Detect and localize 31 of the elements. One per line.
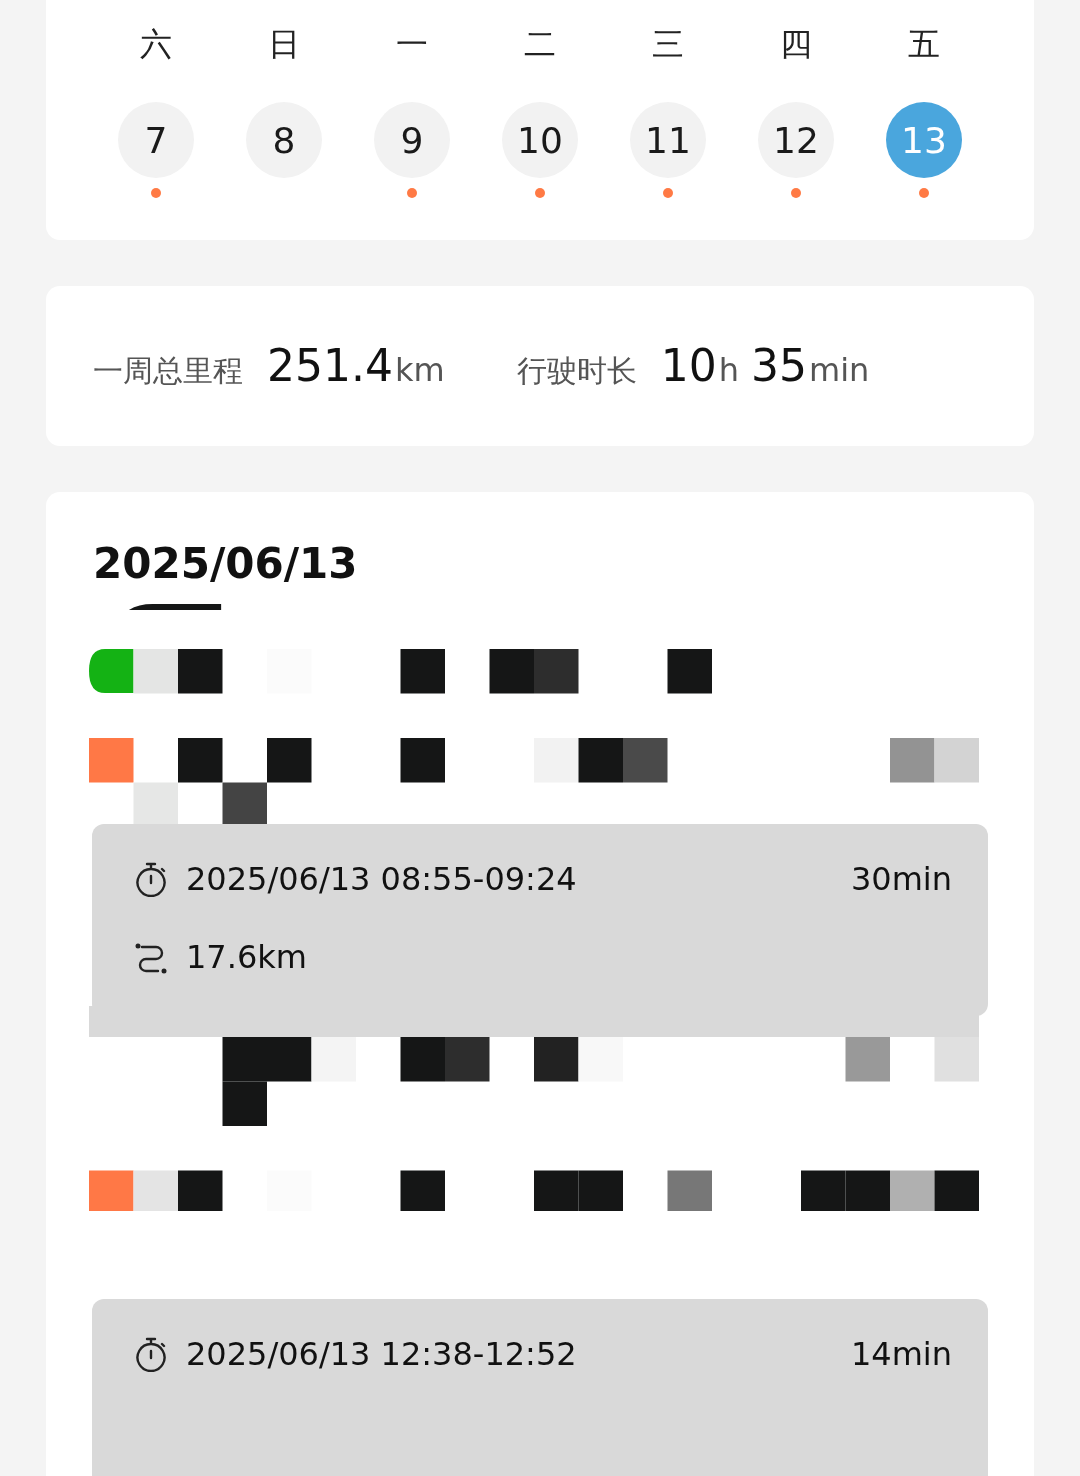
trip-time-range: 2025/06/13 12:38-12:52: [186, 1335, 577, 1374]
summary-label: 行驶时长: [516, 352, 637, 390]
stopwatch-icon: [134, 1336, 168, 1373]
day-button[interactable]: 12: [758, 102, 834, 178]
weekday-label: 五: [908, 24, 940, 65]
stopwatch-icon: [134, 860, 168, 897]
day-button[interactable]: 8: [246, 102, 322, 178]
summary-label: 一周总里程: [93, 352, 243, 390]
weekday-label: 六: [140, 24, 172, 65]
summary-unit: h: [718, 351, 739, 389]
day-button[interactable]: 9: [374, 102, 450, 178]
trip-time-range: 2025/06/13 08:55-09:24: [186, 859, 577, 898]
summary-value: 35: [750, 340, 807, 391]
weekday-label: 三: [652, 24, 684, 65]
weekday-label: 日: [268, 24, 300, 65]
summary-value: 10: [660, 340, 717, 391]
summary-unit: km: [394, 351, 445, 389]
weekday-label: 一: [396, 24, 428, 65]
trip-record[interactable]: 2025/06/13 12:38-12:52 14min: [92, 1299, 988, 1476]
day-button[interactable]: 10: [502, 102, 578, 178]
trip-distance: 17.6km: [186, 937, 307, 976]
date-title: 2025/06/13: [92, 538, 358, 590]
trip-record[interactable]: 2025/06/13 08:55-09:24 30min 17.6km: [92, 823, 988, 1017]
day-button[interactable]: 7: [118, 102, 194, 178]
day-button[interactable]: 11: [630, 102, 706, 178]
weekday-label: 四: [780, 24, 812, 65]
trip-duration: 30min: [850, 859, 952, 898]
summary-value: 251.4: [267, 340, 393, 391]
trip-duration: 14min: [850, 1335, 952, 1374]
weekday-label: 二: [524, 24, 556, 65]
summary-unit: min: [808, 351, 870, 389]
